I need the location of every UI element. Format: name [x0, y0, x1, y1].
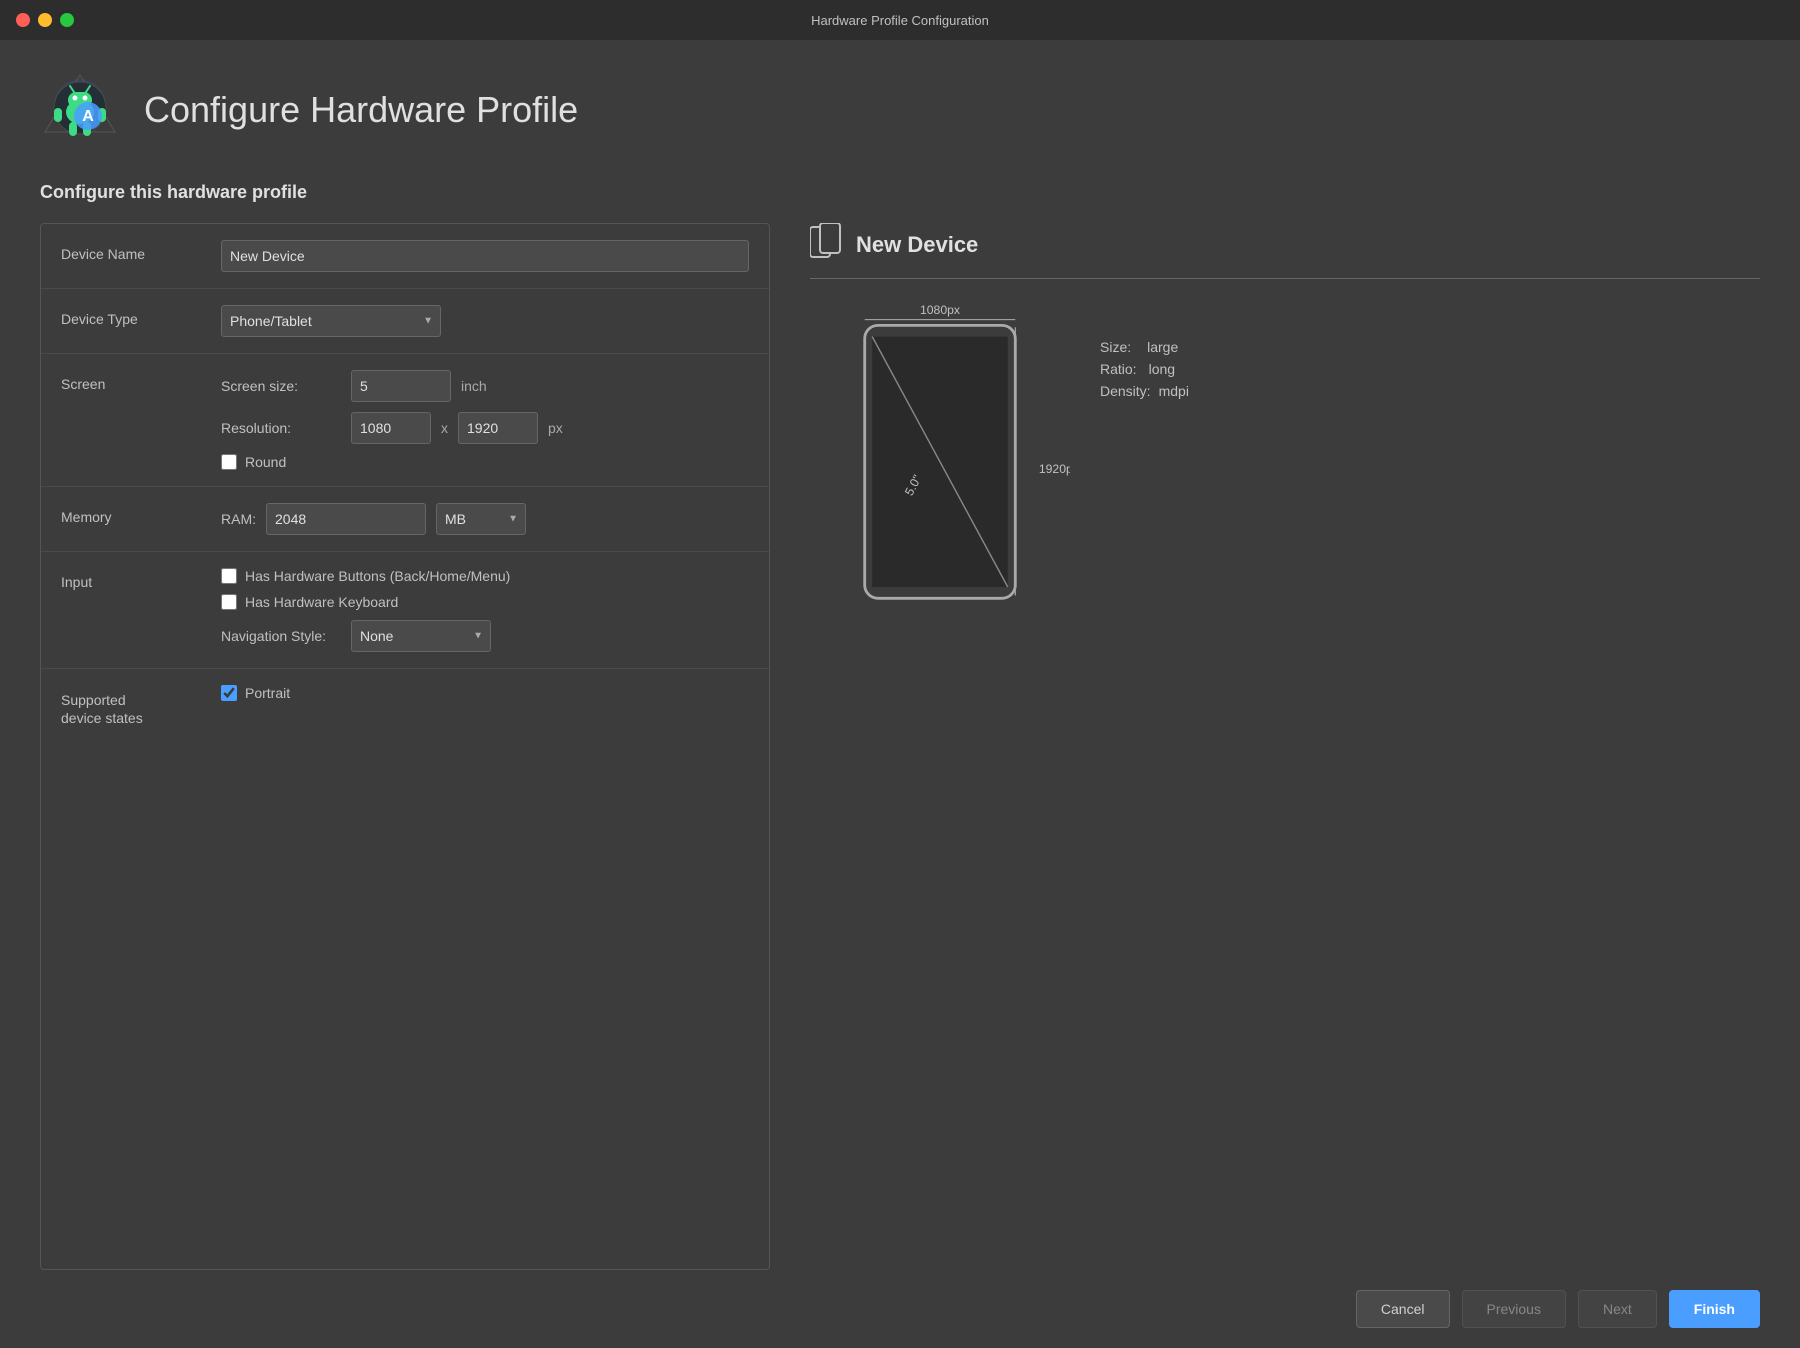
- input-row: Input Has Hardware Buttons (Back/Home/Me…: [41, 552, 769, 669]
- preview-content: 1080px 1920px 5.0": [810, 299, 1760, 619]
- device-specs: Size: large Ratio: long Density: mdpi: [1100, 299, 1189, 399]
- bottom-bar: Cancel Previous Next Finish: [0, 1270, 1800, 1348]
- ram-unit-select-wrapper: MB GB: [436, 503, 526, 535]
- memory-controls: RAM: MB GB: [221, 503, 749, 535]
- navigation-style-select-wrapper: None Gesture Three-Button: [351, 620, 491, 652]
- section-heading: Configure this hardware profile: [40, 182, 1760, 203]
- preview-device-name: New Device: [856, 232, 978, 258]
- ratio-key: Ratio:: [1100, 361, 1137, 377]
- device-name-input[interactable]: [221, 240, 749, 272]
- spec-ratio: Ratio: long: [1100, 361, 1189, 377]
- resolution-subrow: Resolution: x px: [221, 412, 749, 444]
- resolution-unit: px: [548, 420, 563, 436]
- form-panel: Device Name Device Type Phone/Tablet Wea…: [40, 223, 770, 1270]
- device-name-controls: [221, 240, 749, 272]
- ram-subrow: RAM: MB GB: [221, 503, 749, 535]
- portrait-row: Portrait: [221, 685, 749, 701]
- portrait-label[interactable]: Portrait: [245, 685, 290, 701]
- cancel-button[interactable]: Cancel: [1356, 1290, 1450, 1328]
- device-type-row: Device Type Phone/Tablet Wear OS Desktop…: [41, 289, 769, 354]
- device-name-label: Device Name: [61, 240, 221, 262]
- android-studio-icon: A: [40, 70, 120, 150]
- ram-unit-select[interactable]: MB GB: [436, 503, 526, 535]
- screen-label: Screen: [61, 370, 221, 392]
- device-type-label: Device Type: [61, 305, 221, 327]
- hardware-keyboard-checkbox[interactable]: [221, 594, 237, 610]
- hardware-keyboard-label[interactable]: Has Hardware Keyboard: [245, 594, 398, 610]
- input-controls: Has Hardware Buttons (Back/Home/Menu) Ha…: [221, 568, 749, 652]
- memory-label: Memory: [61, 503, 221, 525]
- phone-svg: 1080px 1920px 5.0": [810, 299, 1070, 619]
- window-controls: [16, 13, 74, 27]
- spec-density: Density: mdpi: [1100, 383, 1189, 399]
- close-button[interactable]: [16, 13, 30, 27]
- ratio-value: long: [1149, 361, 1175, 377]
- resolution-width-input[interactable]: [351, 412, 431, 444]
- size-value: large: [1147, 339, 1178, 355]
- svg-text:A: A: [82, 108, 94, 125]
- header: A Configure Hardware Profile: [40, 70, 1760, 150]
- supported-states-label: Supporteddevice states: [61, 685, 221, 727]
- screen-size-unit: inch: [461, 378, 487, 394]
- preview-header: New Device: [810, 223, 1760, 279]
- device-type-select[interactable]: Phone/Tablet Wear OS Desktop TV Automoti…: [221, 305, 441, 337]
- form-preview-layout: Device Name Device Type Phone/Tablet Wea…: [40, 223, 1760, 1270]
- device-name-row: Device Name: [41, 224, 769, 289]
- round-label[interactable]: Round: [245, 454, 286, 470]
- hardware-buttons-row: Has Hardware Buttons (Back/Home/Menu): [221, 568, 749, 584]
- spec-size: Size: large: [1100, 339, 1189, 355]
- svg-text:1920px: 1920px: [1039, 462, 1070, 476]
- round-row: Round: [221, 454, 749, 470]
- screen-size-label: Screen size:: [221, 378, 341, 394]
- supported-states-controls: Portrait: [221, 685, 749, 701]
- hardware-buttons-checkbox[interactable]: [221, 568, 237, 584]
- screen-size-input[interactable]: [351, 370, 451, 402]
- main-content: A Configure Hardware Profile Configure t…: [0, 40, 1800, 1270]
- input-label: Input: [61, 568, 221, 590]
- supported-states-row: Supporteddevice states Portrait: [41, 669, 769, 743]
- resolution-height-input[interactable]: [458, 412, 538, 444]
- screen-size-subrow: Screen size: inch: [221, 370, 749, 402]
- device-type-select-wrapper: Phone/Tablet Wear OS Desktop TV Automoti…: [221, 305, 441, 337]
- preview-panel: New Device 1080px 1920px: [810, 223, 1760, 1270]
- navigation-style-subrow: Navigation Style: None Gesture Three-But…: [221, 620, 749, 652]
- window-title: Hardware Profile Configuration: [811, 13, 989, 28]
- screen-controls: Screen size: inch Resolution: x px: [221, 370, 749, 470]
- next-button[interactable]: Next: [1578, 1290, 1657, 1328]
- title-bar: Hardware Profile Configuration: [0, 0, 1800, 40]
- portrait-checkbox[interactable]: [221, 685, 237, 701]
- page-title: Configure Hardware Profile: [144, 89, 578, 131]
- finish-button[interactable]: Finish: [1669, 1290, 1760, 1328]
- svg-text:1080px: 1080px: [920, 303, 960, 317]
- previous-button[interactable]: Previous: [1462, 1290, 1566, 1328]
- preview-device-icon: [810, 223, 842, 266]
- size-key: Size:: [1100, 339, 1131, 355]
- density-value: mdpi: [1159, 383, 1189, 399]
- minimize-button[interactable]: [38, 13, 52, 27]
- density-key: Density:: [1100, 383, 1151, 399]
- hardware-buttons-label[interactable]: Has Hardware Buttons (Back/Home/Menu): [245, 568, 510, 584]
- resolution-label: Resolution:: [221, 420, 341, 436]
- memory-row: Memory RAM: MB GB: [41, 487, 769, 552]
- hardware-keyboard-row: Has Hardware Keyboard: [221, 594, 749, 610]
- resolution-separator: x: [441, 420, 448, 436]
- navigation-style-select[interactable]: None Gesture Three-Button: [351, 620, 491, 652]
- device-type-controls: Phone/Tablet Wear OS Desktop TV Automoti…: [221, 305, 749, 337]
- ram-input[interactable]: [266, 503, 426, 535]
- navigation-style-label: Navigation Style:: [221, 628, 341, 644]
- ram-label: RAM:: [221, 511, 256, 527]
- screen-row: Screen Screen size: inch Resolution: x: [41, 354, 769, 487]
- phone-diagram: 1080px 1920px 5.0": [810, 299, 1070, 619]
- round-checkbox[interactable]: [221, 454, 237, 470]
- maximize-button[interactable]: [60, 13, 74, 27]
